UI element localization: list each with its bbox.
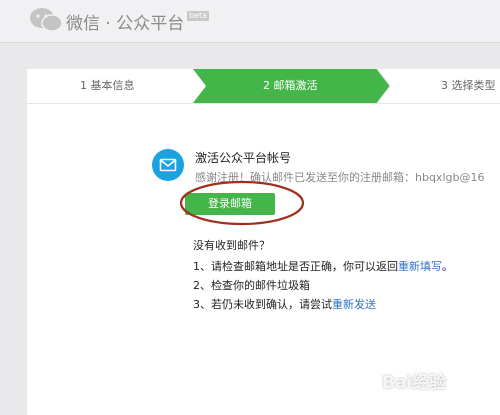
top-bar: 微信 · 公众平台 beta	[0, 0, 500, 43]
baidu-watermark: Bai经验	[382, 373, 447, 393]
help-heading: 没有收到邮件？	[193, 239, 270, 252]
step-progress-bar: 1 基本信息 2 邮箱激活 3 选择类型	[27, 69, 500, 104]
help-tip-1: 1、请检查邮箱地址是否正确，你可以返回重新填写。	[193, 258, 453, 274]
tip-3-text: 3、若仍未收到确认，请尝试	[193, 298, 332, 311]
beta-badge: beta	[187, 11, 210, 21]
activation-title: 激活公众平台帐号	[195, 151, 292, 165]
step-1-label: 1 基本信息	[80, 79, 135, 92]
tip-1-text: 1、请检查邮箱地址是否正确，你可以返回	[193, 260, 398, 273]
wechat-logo-icon	[30, 8, 63, 32]
annotation-circle	[179, 180, 305, 226]
registration-card: 1 基本信息 2 邮箱激活 3 选择类型 激活公众平台帐号 感谢注册！确认邮件已…	[27, 69, 500, 415]
help-tip-3: 3、若仍未收到确认，请尝试重新发送	[193, 296, 376, 312]
tip-1-suffix: 。	[442, 260, 453, 273]
step-3-label: 3 选择类型	[441, 79, 496, 92]
step-2-label: 2 邮箱激活	[263, 79, 318, 92]
platform-title: 微信 · 公众平台	[66, 14, 185, 34]
help-tip-2: 2、检查你的邮件垃圾箱	[193, 279, 310, 292]
steps-divider	[27, 103, 500, 104]
mail-icon	[152, 149, 184, 181]
resend-link[interactable]: 重新发送	[332, 298, 376, 311]
refill-link[interactable]: 重新填写	[398, 260, 442, 273]
